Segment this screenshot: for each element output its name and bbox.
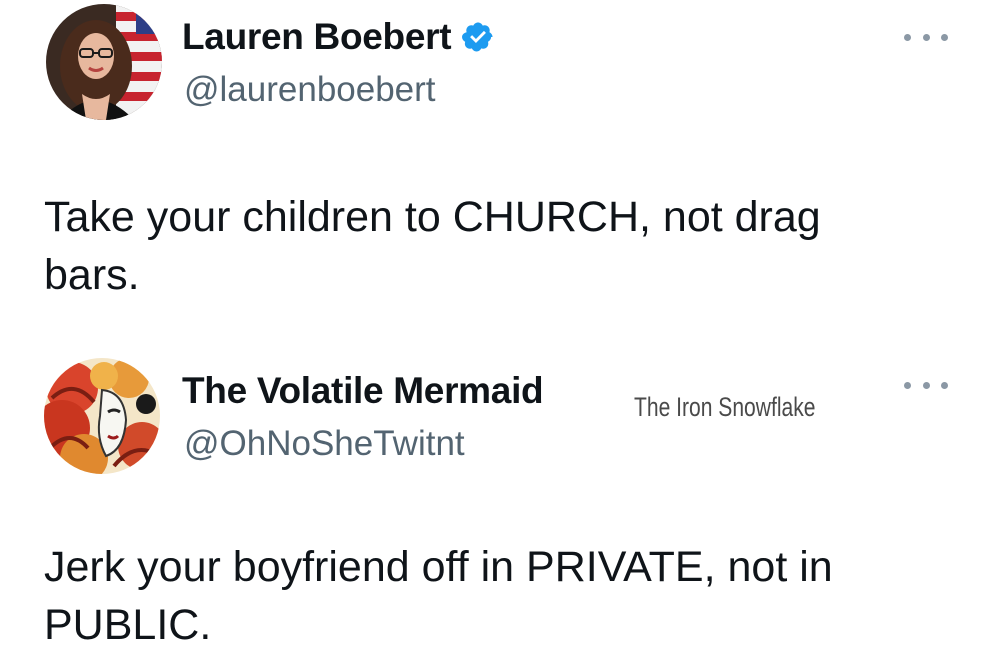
red-hair-mask-avatar-icon (44, 358, 160, 474)
verified-badge-icon (461, 20, 495, 54)
display-name[interactable]: Lauren Boebert (182, 16, 452, 58)
display-name[interactable]: The Volatile Mermaid (182, 370, 544, 412)
author-row: The Volatile Mermaid (182, 370, 544, 412)
more-options-icon[interactable] (904, 30, 948, 44)
avatar-boebert[interactable] (46, 4, 162, 120)
tweet-volatile-mermaid[interactable]: The Volatile Mermaid @OhNoSheTwitnt The … (0, 340, 1000, 670)
tweet-boebert[interactable]: Lauren Boebert @laurenboebert Take your … (0, 0, 1000, 340)
dot-icon (922, 381, 930, 389)
portrait-with-flag-avatar-icon (46, 4, 162, 120)
handle[interactable]: @laurenboebert (184, 70, 436, 110)
more-options-icon[interactable] (904, 378, 948, 392)
author-row: Lauren Boebert (182, 16, 495, 58)
dot-icon (941, 381, 948, 389)
dot-icon (941, 33, 948, 41)
watermark: The Iron Snowflake (634, 392, 816, 422)
dot-icon (904, 381, 911, 389)
handle[interactable]: @OhNoSheTwitnt (184, 424, 465, 464)
avatar-volatile-mermaid[interactable] (44, 358, 160, 474)
dot-icon (904, 33, 911, 41)
tweet-text: Take your children to CHURCH, not drag b… (44, 193, 821, 299)
dot-icon (922, 33, 930, 41)
tweet-text: Jerk your boyfriend off in PRIVATE, not … (44, 543, 833, 649)
